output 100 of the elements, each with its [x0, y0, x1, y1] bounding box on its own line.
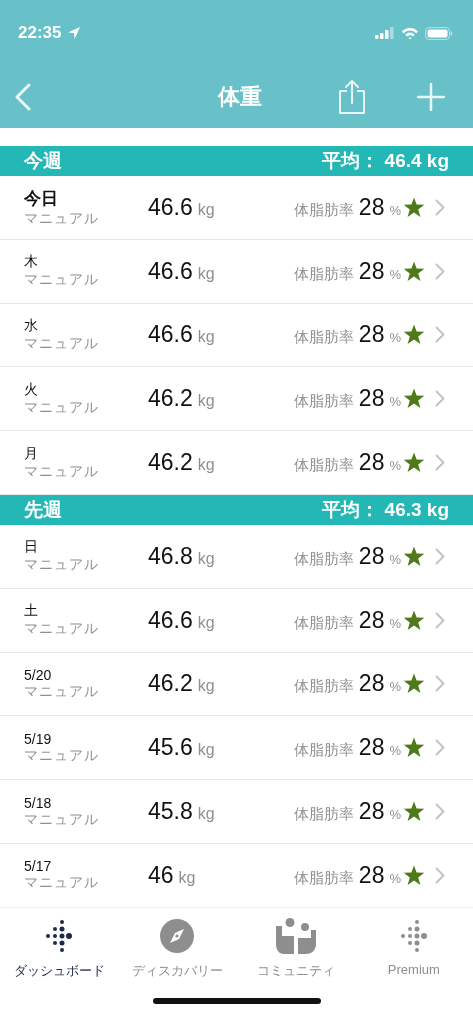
entry-row[interactable]: 5/20 マニュアル 46.2 kg 体脂肪率 28 % — [0, 652, 473, 717]
source-label: マニュアル — [24, 810, 100, 829]
signal-icon — [375, 27, 395, 39]
entry-row[interactable]: 5/18 マニュアル 45.8 kg 体脂肪率 28 % — [0, 780, 473, 844]
weight-value: 46 — [148, 861, 174, 889]
day-label: 5/17 — [24, 858, 53, 875]
entry-row[interactable]: 水 マニュアル 46.6 kg 体脂肪率 28 % — [0, 303, 473, 368]
fat-label: 体脂肪率 — [293, 741, 354, 761]
weight-unit: kg — [197, 549, 215, 568]
chevron-icon — [435, 675, 445, 693]
section-title: 先週 — [24, 498, 62, 522]
percent-unit: % — [389, 394, 401, 410]
star-icon — [403, 324, 425, 346]
fat-value: 28 — [358, 542, 385, 570]
star-icon — [403, 260, 425, 282]
fat-label: 体脂肪率 — [293, 677, 354, 697]
weight-value: 46.2 — [148, 670, 193, 698]
day-label: 今日 — [24, 187, 59, 210]
average-text: 平均： 46.4 kg — [322, 149, 449, 173]
star-icon — [403, 388, 425, 410]
percent-unit: % — [389, 458, 401, 474]
weight-unit: kg — [197, 200, 215, 219]
chevron-icon — [435, 454, 445, 472]
star-icon — [403, 452, 425, 474]
people-icon — [273, 918, 318, 954]
star-icon — [403, 673, 425, 695]
weight-value: 46.2 — [148, 385, 193, 413]
weight-unit: kg — [197, 613, 215, 632]
add-icon[interactable] — [417, 83, 445, 111]
source-label: マニュアル — [24, 620, 100, 639]
star-icon — [403, 737, 425, 759]
fat-value: 28 — [358, 193, 385, 221]
tab-label[interactable]: ディスカバリー — [131, 962, 223, 980]
fat-value: 28 — [358, 861, 385, 889]
weight-unit: kg — [197, 264, 215, 283]
weight-value: 46.6 — [148, 257, 193, 285]
percent-unit: % — [389, 266, 401, 282]
chevron-icon — [435, 739, 445, 757]
entry-row[interactable]: 今日 マニュアル 46.6 kg 体脂肪率 28 % — [0, 176, 473, 240]
weight-value: 46.8 — [148, 542, 193, 570]
chevron-icon — [435, 611, 445, 629]
percent-unit: % — [389, 551, 401, 567]
day-label: 水 — [24, 317, 39, 335]
fat-label: 体脂肪率 — [293, 392, 354, 412]
weight-unit: kg — [197, 328, 215, 347]
entry-row[interactable]: 土 マニュアル 46.6 kg 体脂肪率 28 % — [0, 588, 473, 653]
weight-unit: kg — [197, 456, 215, 475]
back-icon[interactable] — [14, 83, 32, 111]
chevron-icon — [435, 262, 445, 280]
source-label: マニュアル — [24, 556, 100, 575]
day-label: 5/18 — [24, 794, 53, 811]
fat-label: 体脂肪率 — [293, 328, 354, 348]
fat-label: 体脂肪率 — [293, 200, 354, 220]
location-arrow-icon — [67, 26, 82, 40]
day-label: 月 — [24, 444, 39, 463]
weight-value: 45.6 — [148, 734, 193, 762]
weight-unit: kg — [197, 392, 215, 411]
star-icon — [403, 609, 425, 631]
day-label: 5/20 — [24, 666, 53, 683]
source-label: マニュアル — [24, 682, 100, 701]
fat-value: 28 — [358, 670, 385, 698]
entry-row[interactable]: 日 マニュアル 46.8 kg 体脂肪率 28 % — [0, 525, 473, 589]
source-label: マニュアル — [24, 335, 100, 353]
wifi-icon — [401, 26, 419, 40]
entry-row[interactable]: 木 マニュアル 46.6 kg 体脂肪率 28 % — [0, 239, 473, 304]
weight-value: 46.6 — [148, 193, 193, 221]
fat-value: 28 — [358, 734, 385, 762]
tab-label[interactable]: ダッシュボード — [13, 962, 105, 980]
star-icon — [403, 801, 425, 823]
entry-row[interactable]: 月 マニュアル 46.2 kg 体脂肪率 28 % — [0, 431, 473, 495]
source-label: マニュアル — [24, 874, 100, 893]
weight-value: 46.6 — [148, 321, 193, 349]
tab-label[interactable]: コミュニティ — [256, 962, 335, 980]
fat-value: 28 — [358, 385, 385, 413]
chevron-icon — [435, 547, 445, 565]
fat-label: 体脂肪率 — [293, 868, 354, 888]
day-label: 5/19 — [24, 730, 53, 747]
source-label: マニュアル — [24, 746, 100, 765]
chevron-icon — [435, 326, 445, 344]
battery-icon — [425, 26, 453, 40]
percent-unit: % — [389, 330, 401, 346]
fat-value: 28 — [358, 798, 385, 826]
entry-row[interactable]: 火 マニュアル 46.2 kg 体脂肪率 28 % — [0, 367, 473, 432]
fat-value: 28 — [358, 257, 385, 285]
percent-unit: % — [389, 679, 401, 695]
share-icon[interactable] — [337, 79, 367, 115]
percent-unit: % — [389, 202, 401, 218]
day-label: 木 — [24, 253, 39, 272]
source-label: マニュアル — [24, 271, 100, 290]
star-icon — [403, 545, 425, 567]
percent-unit: % — [389, 870, 401, 886]
chevron-icon — [435, 803, 445, 821]
entry-row[interactable]: 5/19 マニュアル 45.6 kg 体脂肪率 28 % — [0, 716, 473, 781]
chevron-icon — [435, 390, 445, 408]
day-label: 日 — [24, 538, 39, 557]
section-title: 今週 — [24, 149, 62, 173]
source-label: マニュアル — [24, 462, 100, 481]
weight-value: 46.6 — [148, 606, 193, 634]
compass-icon — [159, 918, 196, 954]
day-label: 火 — [24, 380, 39, 399]
